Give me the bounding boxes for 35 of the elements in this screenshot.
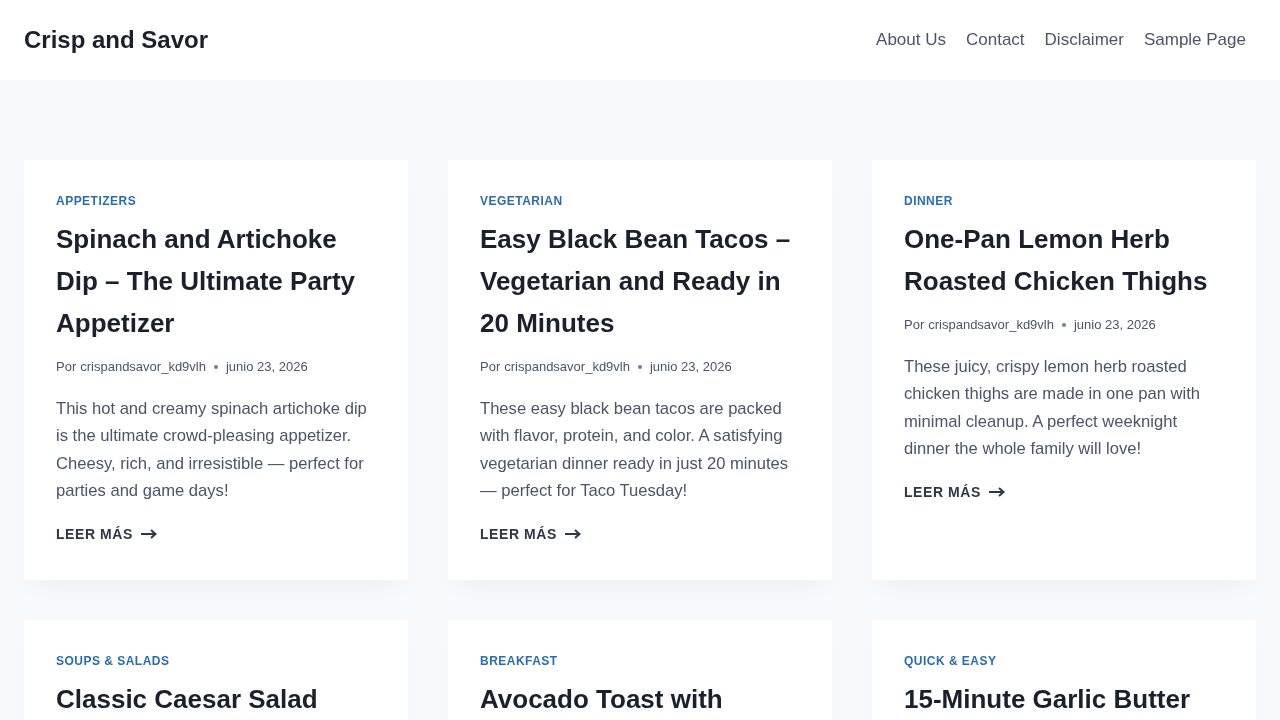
post-excerpt: These easy black bean tacos are packed with flavor, protein, and color. A satisfying vegetarian dinner ready in just 20 minutes — perfect for Taco Tuesday! (480, 398, 790, 502)
category-link[interactable]: DINNER (904, 192, 953, 210)
category-link[interactable]: VEGETARIAN (480, 192, 563, 210)
nav-link[interactable]: Disclaimer (1034, 27, 1134, 53)
category-link[interactable]: QUICK & EASY (904, 652, 997, 670)
author-link[interactable]: crispandsavor_kd9vlh (928, 315, 1054, 335)
site-title[interactable]: Crisp and Savor (24, 22, 209, 58)
read-more-link[interactable]: LEER MÁS (56, 524, 157, 545)
post-title-link[interactable]: Avocado Toast with (480, 678, 723, 720)
arrow-right-icon (988, 487, 1005, 498)
nav-link[interactable]: Sample Page (1133, 27, 1256, 53)
nav-link[interactable]: Contact (956, 27, 1035, 53)
read-more-link[interactable]: LEER MÁS (480, 524, 581, 545)
post-title-link[interactable]: Classic Caesar Salad (56, 678, 318, 720)
post-date: junio 23, 2026 (649, 358, 732, 376)
byline-label: Por (56, 358, 77, 376)
post-title-link[interactable]: Easy Black Bean Tacos – Vegetarian and Ready in 20 Minutes (480, 218, 800, 344)
category-link[interactable]: APPETIZERS (56, 192, 137, 210)
post-date: junio 23, 2026 (1073, 316, 1156, 334)
nav-link[interactable]: About Us (866, 27, 956, 53)
category-link[interactable]: BREAKFAST (480, 652, 558, 670)
arrow-right-icon (140, 529, 157, 540)
byline-label: Por (904, 316, 925, 334)
read-more-link[interactable]: LEER MÁS (904, 482, 1005, 503)
post-title-link[interactable]: Spinach and Artichoke Dip – The Ultimate Party Appetizer (56, 218, 376, 344)
arrow-right-icon (564, 529, 581, 540)
category-link[interactable]: SOUPS & SALADS (56, 652, 170, 670)
post-excerpt: This hot and creamy spinach artichoke dip is the ultimate crowd-pleasing appetizer. Cheesy, rich, and irresistible — perfect for parties and game days! (56, 398, 368, 502)
author-link[interactable]: crispandsavor_kd9vlh (80, 357, 206, 377)
post-title-link[interactable]: 15-Minute Garlic Butter (904, 678, 1191, 720)
post-date: junio 23, 2026 (225, 358, 308, 376)
author-link[interactable]: crispandsavor_kd9vlh (504, 357, 630, 377)
post-excerpt: These juicy, crispy lemon herb roasted chicken thighs are made in one pan with minimal cleanup. A perfect weeknight dinner the whole family will love! (904, 356, 1202, 460)
post-title-link[interactable]: One-Pan Lemon Herb Roasted Chicken Thighs (904, 218, 1224, 302)
byline-label: Por (480, 358, 501, 376)
